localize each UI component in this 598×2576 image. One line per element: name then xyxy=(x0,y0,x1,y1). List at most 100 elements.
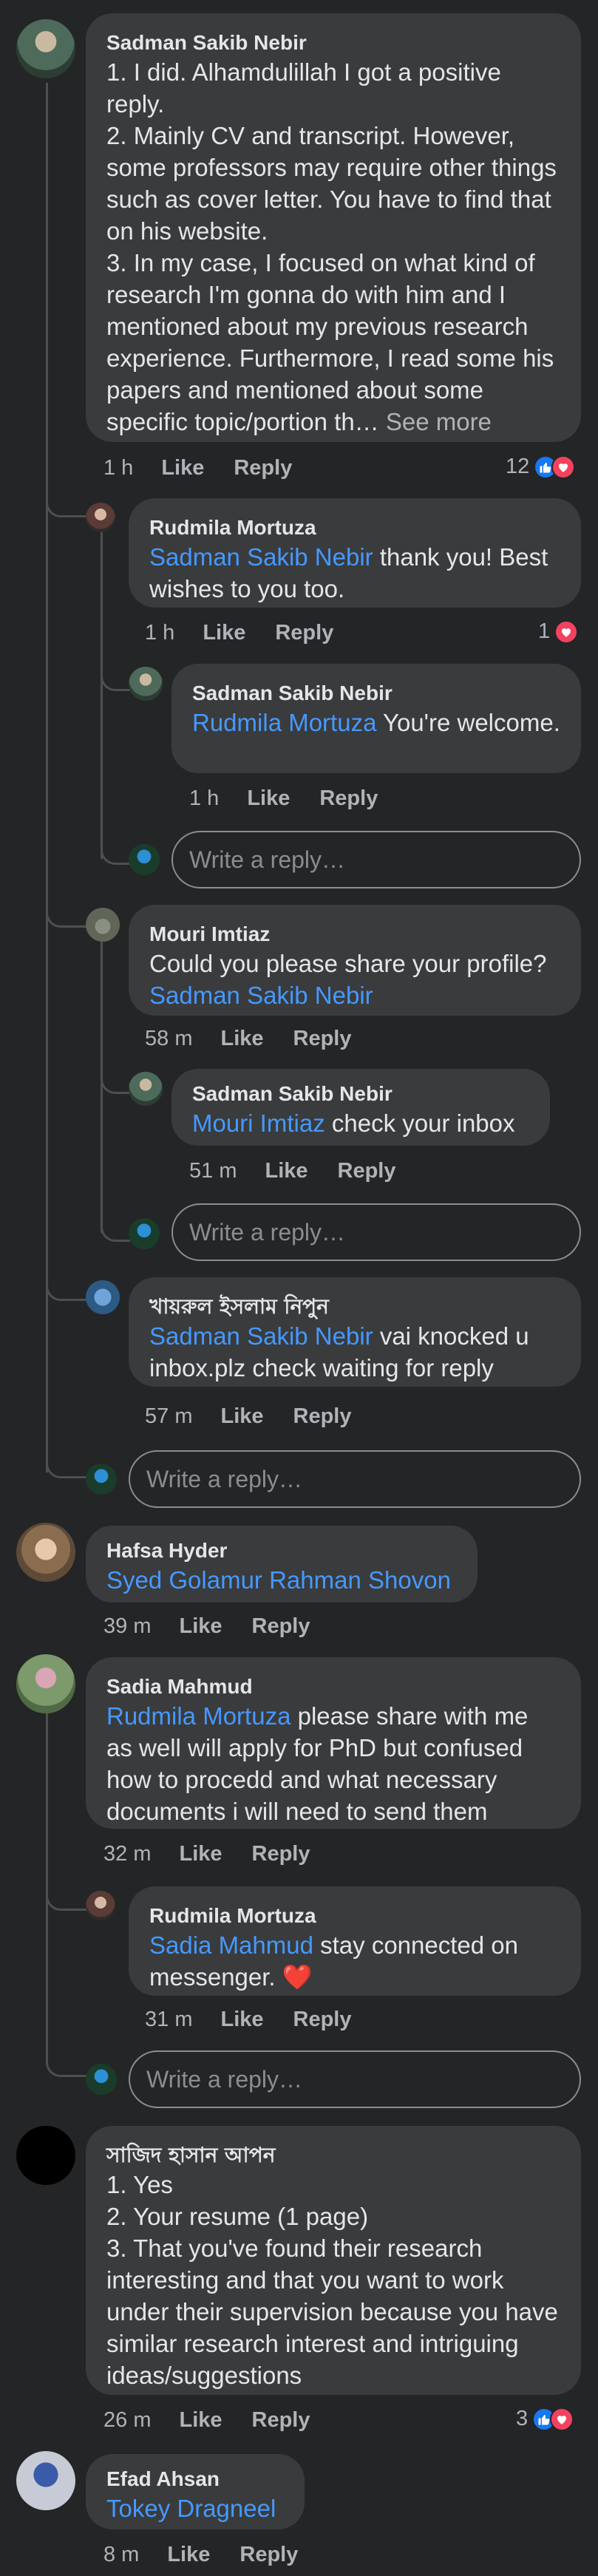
reply-placeholder: Write a reply… xyxy=(189,1218,346,1245)
avatar[interactable] xyxy=(16,2451,75,2510)
reply-placeholder: Write a reply… xyxy=(146,1465,303,1492)
see-more-link[interactable]: See more xyxy=(379,408,492,435)
comment-text: Mouri Imtiaz check your inbox xyxy=(192,1109,515,1137)
like-button[interactable]: Like xyxy=(179,1614,222,1638)
comment-author[interactable]: Sadman Sakib Nebir xyxy=(192,1081,529,1107)
avatar[interactable] xyxy=(16,19,75,78)
current-user-avatar xyxy=(129,844,160,875)
comment-author[interactable]: খায়রুল ইসলাম নিপুন xyxy=(149,1294,560,1320)
timestamp[interactable]: 58 m xyxy=(145,1027,192,1050)
reaction-summary[interactable]: 12 xyxy=(506,455,576,479)
reaction-summary[interactable]: 3 xyxy=(516,2407,574,2431)
timestamp[interactable]: 51 m xyxy=(189,1159,237,1183)
like-button[interactable]: Like xyxy=(161,456,204,480)
like-button[interactable]: Like xyxy=(220,1027,263,1050)
avatar[interactable] xyxy=(16,1654,75,1713)
reply-button[interactable]: Reply xyxy=(234,456,292,480)
timestamp[interactable]: 26 m xyxy=(103,2408,151,2432)
mention-link[interactable]: Sadia Mahmud xyxy=(149,1931,313,1959)
reply-bubble: Sadman Sakib Nebir Rudmila Mortuza You'r… xyxy=(171,664,581,773)
mention-link[interactable]: Tokey Dragneel xyxy=(106,2495,276,2522)
thread-line xyxy=(101,528,103,859)
thread-branch xyxy=(46,2047,89,2077)
thread-branch xyxy=(46,1881,89,1911)
heart-emoji: ❤️ xyxy=(282,1963,313,1991)
reply-input[interactable]: Write a reply… xyxy=(129,1450,581,1508)
reply-input[interactable]: Write a reply… xyxy=(171,831,581,888)
comment-author[interactable]: Mouri Imtiaz xyxy=(149,921,560,948)
comment-author[interactable]: Sadman Sakib Nebir xyxy=(192,680,560,707)
avatar[interactable] xyxy=(86,503,115,532)
mention-link[interactable]: Rudmila Mortuza xyxy=(106,1702,290,1730)
reply-button[interactable]: Reply xyxy=(293,1404,352,1428)
comment-text: Could you please share your profile? Sadm… xyxy=(149,950,547,1009)
thread-branch xyxy=(101,835,130,865)
comment-actions: 1 h Like Reply xyxy=(189,785,407,812)
mention-link[interactable]: Sadman Sakib Nebir xyxy=(149,543,373,571)
reply-button[interactable]: Reply xyxy=(338,1159,396,1183)
reply-button[interactable]: Reply xyxy=(252,1842,310,1866)
avatar[interactable] xyxy=(86,1280,120,1314)
avatar[interactable] xyxy=(129,1072,163,1106)
reply-button[interactable]: Reply xyxy=(252,2408,310,2432)
thread-branch xyxy=(101,1212,130,1242)
like-button[interactable]: Like xyxy=(220,2008,263,2031)
timestamp[interactable]: 1 h xyxy=(145,621,174,645)
timestamp[interactable]: 1 h xyxy=(103,456,133,480)
reply-button[interactable]: Reply xyxy=(239,2543,298,2566)
reply-input[interactable]: Write a reply… xyxy=(129,2050,581,2108)
reply-button[interactable]: Reply xyxy=(275,621,333,645)
reply-button[interactable]: Reply xyxy=(293,2008,352,2031)
comment-actions: 26 m Like Reply xyxy=(103,2407,340,2433)
comment-author[interactable]: Sadman Sakib Nebir xyxy=(106,30,560,56)
comment-text: Rudmila Mortuza You're welcome. xyxy=(192,709,560,736)
mention-link[interactable]: Sadman Sakib Nebir xyxy=(149,982,373,1009)
avatar[interactable] xyxy=(129,667,163,701)
mention-link[interactable]: Mouri Imtiaz xyxy=(192,1109,325,1137)
reply-button[interactable]: Reply xyxy=(319,786,378,810)
reply-button[interactable]: Reply xyxy=(293,1027,352,1050)
comment-author[interactable]: সাজিদ হাসান আপন xyxy=(106,2142,560,2169)
avatar[interactable] xyxy=(16,1523,75,1582)
comment-text: Syed Golamur Rahman Shovon xyxy=(106,1564,457,1596)
like-button[interactable]: Like xyxy=(203,621,245,645)
comment-bubble: Efad Ahsan Tokey Dragneel xyxy=(86,2454,305,2529)
timestamp[interactable]: 8 m xyxy=(103,2543,139,2566)
reply-placeholder: Write a reply… xyxy=(146,2065,303,2093)
comment-actions: 58 m Like Reply xyxy=(145,1025,381,1052)
timestamp[interactable]: 1 h xyxy=(189,786,219,810)
timestamp[interactable]: 57 m xyxy=(145,1404,192,1428)
like-button[interactable]: Like xyxy=(179,2408,222,2432)
thread-branch xyxy=(46,1271,89,1301)
reply-input[interactable]: Write a reply… xyxy=(171,1203,581,1261)
comment-author[interactable]: Sadia Mahmud xyxy=(106,1673,560,1700)
reply-bubble: Sadman Sakib Nebir Mouri Imtiaz check yo… xyxy=(171,1069,550,1146)
comment-actions: 1 h Like Reply xyxy=(103,455,322,481)
comment-bubble: Sadia Mahmud Rudmila Mortuza please shar… xyxy=(86,1657,581,1829)
reply-button[interactable]: Reply xyxy=(252,1614,310,1638)
avatar[interactable] xyxy=(86,1891,115,1920)
avatar[interactable] xyxy=(86,908,120,942)
reaction-count: 3 xyxy=(516,2407,529,2430)
avatar[interactable] xyxy=(16,2126,75,2185)
comment-author[interactable]: Efad Ahsan xyxy=(106,2466,284,2492)
mention-link[interactable]: Rudmila Mortuza xyxy=(192,709,376,736)
comment-author[interactable]: Rudmila Mortuza xyxy=(149,1903,560,1929)
mention-link[interactable]: Syed Golamur Rahman Shovon xyxy=(106,1566,451,1594)
timestamp[interactable]: 31 m xyxy=(145,2008,192,2031)
comment-text: Rudmila Mortuza please share with me as … xyxy=(106,1702,529,1825)
comment-bubble: সাজিদ হাসান আপন 1. Yes 2. Your resume (1… xyxy=(86,2126,581,2395)
like-button[interactable]: Like xyxy=(247,786,290,810)
comment-author[interactable]: Rudmila Mortuza xyxy=(149,514,560,541)
like-button[interactable]: Like xyxy=(220,1404,263,1428)
comment-author[interactable]: Hafsa Hyder xyxy=(106,1537,457,1564)
reaction-summary[interactable]: 1 xyxy=(538,619,579,644)
comment-actions: 57 m Like Reply xyxy=(145,1403,381,1430)
mention-link[interactable]: Sadman Sakib Nebir xyxy=(149,1322,373,1350)
timestamp[interactable]: 32 m xyxy=(103,1842,151,1866)
like-button[interactable]: Like xyxy=(265,1159,308,1183)
like-button[interactable]: Like xyxy=(179,1842,222,1866)
like-button[interactable]: Like xyxy=(167,2543,210,2566)
timestamp[interactable]: 39 m xyxy=(103,1614,151,1638)
comment-bubble: Sadman Sakib Nebir 1. I did. Alhamdulill… xyxy=(86,13,581,442)
